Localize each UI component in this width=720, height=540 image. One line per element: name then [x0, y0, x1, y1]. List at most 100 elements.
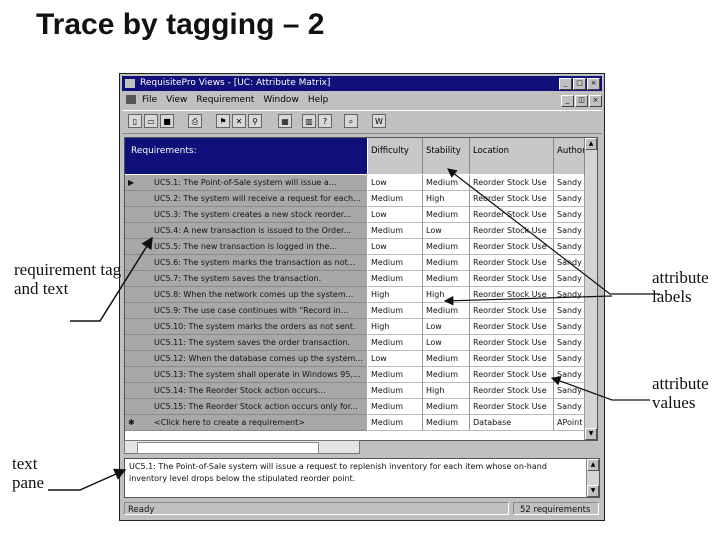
attribute-cell-difficulty[interactable]: Medium: [368, 383, 423, 399]
new-icon[interactable]: ▯: [128, 114, 142, 128]
text-pane-scrollbar[interactable]: ▲ ▼: [586, 459, 599, 497]
menu-requirement[interactable]: Requirement: [196, 93, 254, 108]
attribute-cell-author[interactable]: Sandy: [554, 207, 585, 223]
requirement-cell[interactable]: UC5.12: When the database comes up the s…: [125, 351, 367, 367]
menu-view[interactable]: View: [166, 93, 187, 108]
attribute-cell-stability[interactable]: Low: [423, 223, 470, 239]
requirement-cell[interactable]: UC5.11: The system saves the order trans…: [125, 335, 367, 351]
attribute-cell-stability[interactable]: Medium: [423, 303, 470, 319]
attribute-cell-location[interactable]: Reorder Stock Use: [470, 303, 554, 319]
table-row[interactable]: UC5.2: The system will receive a request…: [125, 191, 597, 207]
menu-help[interactable]: Help: [308, 93, 329, 108]
attribute-cell-difficulty[interactable]: Low: [368, 351, 423, 367]
attribute-cell-author[interactable]: Sandy: [554, 175, 585, 191]
requirement-cell[interactable]: UC5.13: The system shall operate in Wind…: [125, 367, 367, 383]
attribute-cell-location[interactable]: Reorder Stock Use: [470, 383, 554, 399]
scroll-thumb[interactable]: [137, 442, 319, 454]
column-header-stability[interactable]: Stability: [423, 138, 470, 174]
attribute-cell-location[interactable]: Reorder Stock Use: [470, 367, 554, 383]
attribute-cell-location[interactable]: Reorder Stock Use: [470, 319, 554, 335]
table-row[interactable]: UC5.8: When the network comes up the sys…: [125, 287, 597, 303]
attribute-cell-stability[interactable]: High: [423, 383, 470, 399]
attribute-cell-author[interactable]: Sandy: [554, 335, 585, 351]
table-row[interactable]: UC5.4: A new transaction is issued to th…: [125, 223, 597, 239]
attribute-cell-stability[interactable]: Medium: [423, 399, 470, 415]
attribute-cell-location[interactable]: Reorder Stock Use: [470, 271, 554, 287]
filter-icon[interactable]: ⚲: [248, 114, 262, 128]
requirement-cell[interactable]: <Click here to create a requirement>: [125, 415, 367, 431]
requirement-cell[interactable]: UC5.10: The system marks the orders as n…: [125, 319, 367, 335]
attribute-cell-difficulty[interactable]: Medium: [368, 255, 423, 271]
attribute-cell-difficulty[interactable]: Medium: [368, 223, 423, 239]
attribute-cell-difficulty[interactable]: Medium: [368, 415, 423, 431]
table-row[interactable]: UC5.14: The Reorder Stock action occurs.…: [125, 383, 597, 399]
requirement-cell[interactable]: UC5.5: The new transaction is logged in …: [125, 239, 367, 255]
attribute-cell-author[interactable]: Sandy: [554, 239, 585, 255]
attribute-cell-stability[interactable]: Medium: [423, 255, 470, 271]
attribute-cell-location[interactable]: Reorder Stock Use: [470, 191, 554, 207]
requirement-cell[interactable]: UC5.3: The system creates a new stock re…: [125, 207, 367, 223]
maximize-icon[interactable]: □: [573, 78, 586, 90]
text-pane[interactable]: UC5.1: The Point-of-Sale system will iss…: [124, 458, 600, 498]
grid-icon[interactable]: ▥: [302, 114, 316, 128]
table-row[interactable]: UC5.13: The system shall operate in Wind…: [125, 367, 597, 383]
attribute-cell-difficulty[interactable]: Low: [368, 239, 423, 255]
close-icon[interactable]: ×: [587, 78, 600, 90]
doc-close-icon[interactable]: ×: [589, 95, 602, 107]
requirement-cell[interactable]: UC5.2: The system will receive a request…: [125, 191, 367, 207]
attribute-cell-author[interactable]: Sandy: [554, 255, 585, 271]
attribute-cell-difficulty[interactable]: Medium: [368, 335, 423, 351]
column-header-difficulty[interactable]: Difficulty: [368, 138, 423, 174]
column-header-author[interactable]: Author: [554, 138, 585, 174]
attribute-cell-location[interactable]: Reorder Stock Use: [470, 351, 554, 367]
cut-icon[interactable]: ✕: [232, 114, 246, 128]
doc-restore-icon[interactable]: ◫: [575, 95, 588, 107]
attribute-cell-location[interactable]: Reorder Stock Use: [470, 287, 554, 303]
tag-icon[interactable]: ⚑: [216, 114, 230, 128]
table-icon[interactable]: ▦: [278, 114, 292, 128]
doc-minimize-icon[interactable]: _: [561, 95, 574, 107]
attribute-cell-stability[interactable]: Low: [423, 319, 470, 335]
table-row[interactable]: UC5.1: The Point-of-Sale system will iss…: [125, 175, 597, 191]
attribute-cell-difficulty[interactable]: Low: [368, 175, 423, 191]
attribute-cell-author[interactable]: Sandy: [554, 191, 585, 207]
scroll-down-icon[interactable]: ▼: [587, 485, 599, 497]
attribute-cell-location[interactable]: Reorder Stock Use: [470, 223, 554, 239]
table-row[interactable]: UC5.11: The system saves the order trans…: [125, 335, 597, 351]
attribute-cell-difficulty[interactable]: Medium: [368, 399, 423, 415]
attribute-cell-stability[interactable]: High: [423, 287, 470, 303]
requirement-cell[interactable]: UC5.6: The system marks the transaction …: [125, 255, 367, 271]
attribute-cell-location[interactable]: Reorder Stock Use: [470, 399, 554, 415]
attribute-cell-difficulty[interactable]: Medium: [368, 271, 423, 287]
table-row[interactable]: UC5.10: The system marks the orders as n…: [125, 319, 597, 335]
requirement-cell[interactable]: UC5.14: The Reorder Stock action occurs.…: [125, 383, 367, 399]
requirement-cell[interactable]: UC5.15: The Reorder Stock action occurs …: [125, 399, 367, 415]
attribute-cell-location[interactable]: Reorder Stock Use: [470, 255, 554, 271]
menu-file[interactable]: File: [142, 93, 157, 108]
attribute-cell-author[interactable]: Sandy: [554, 287, 585, 303]
save-icon[interactable]: ■: [160, 114, 174, 128]
attribute-cell-stability[interactable]: Medium: [423, 367, 470, 383]
requirements-header[interactable]: Requirements:: [125, 138, 367, 174]
document-menu-icon[interactable]: [126, 95, 136, 104]
scroll-up-icon[interactable]: ▲: [587, 459, 599, 471]
attribute-cell-author[interactable]: Sandy: [554, 383, 585, 399]
attribute-cell-stability[interactable]: High: [423, 191, 470, 207]
attribute-cell-location[interactable]: Database: [470, 415, 554, 431]
column-header-location[interactable]: Location: [470, 138, 554, 174]
attribute-cell-stability[interactable]: Medium: [423, 207, 470, 223]
table-row[interactable]: UC5.9: The use case continues with "Reco…: [125, 303, 597, 319]
attribute-cell-difficulty[interactable]: Medium: [368, 191, 423, 207]
horizontal-scrollbar[interactable]: [124, 440, 360, 454]
table-row[interactable]: UC5.6: The system marks the transaction …: [125, 255, 597, 271]
table-row[interactable]: UC5.5: The new transaction is logged in …: [125, 239, 597, 255]
attribute-cell-location[interactable]: Reorder Stock Use: [470, 335, 554, 351]
attribute-cell-stability[interactable]: Medium: [423, 239, 470, 255]
attribute-cell-author[interactable]: Sandy: [554, 271, 585, 287]
attribute-cell-stability[interactable]: Medium: [423, 351, 470, 367]
attribute-cell-stability[interactable]: Medium: [423, 271, 470, 287]
attribute-cell-author[interactable]: Sandy: [554, 223, 585, 239]
attribute-cell-stability[interactable]: Medium: [423, 175, 470, 191]
table-row[interactable]: UC5.15: The Reorder Stock action occurs …: [125, 399, 597, 415]
requirement-cell[interactable]: UC5.8: When the network comes up the sys…: [125, 287, 367, 303]
